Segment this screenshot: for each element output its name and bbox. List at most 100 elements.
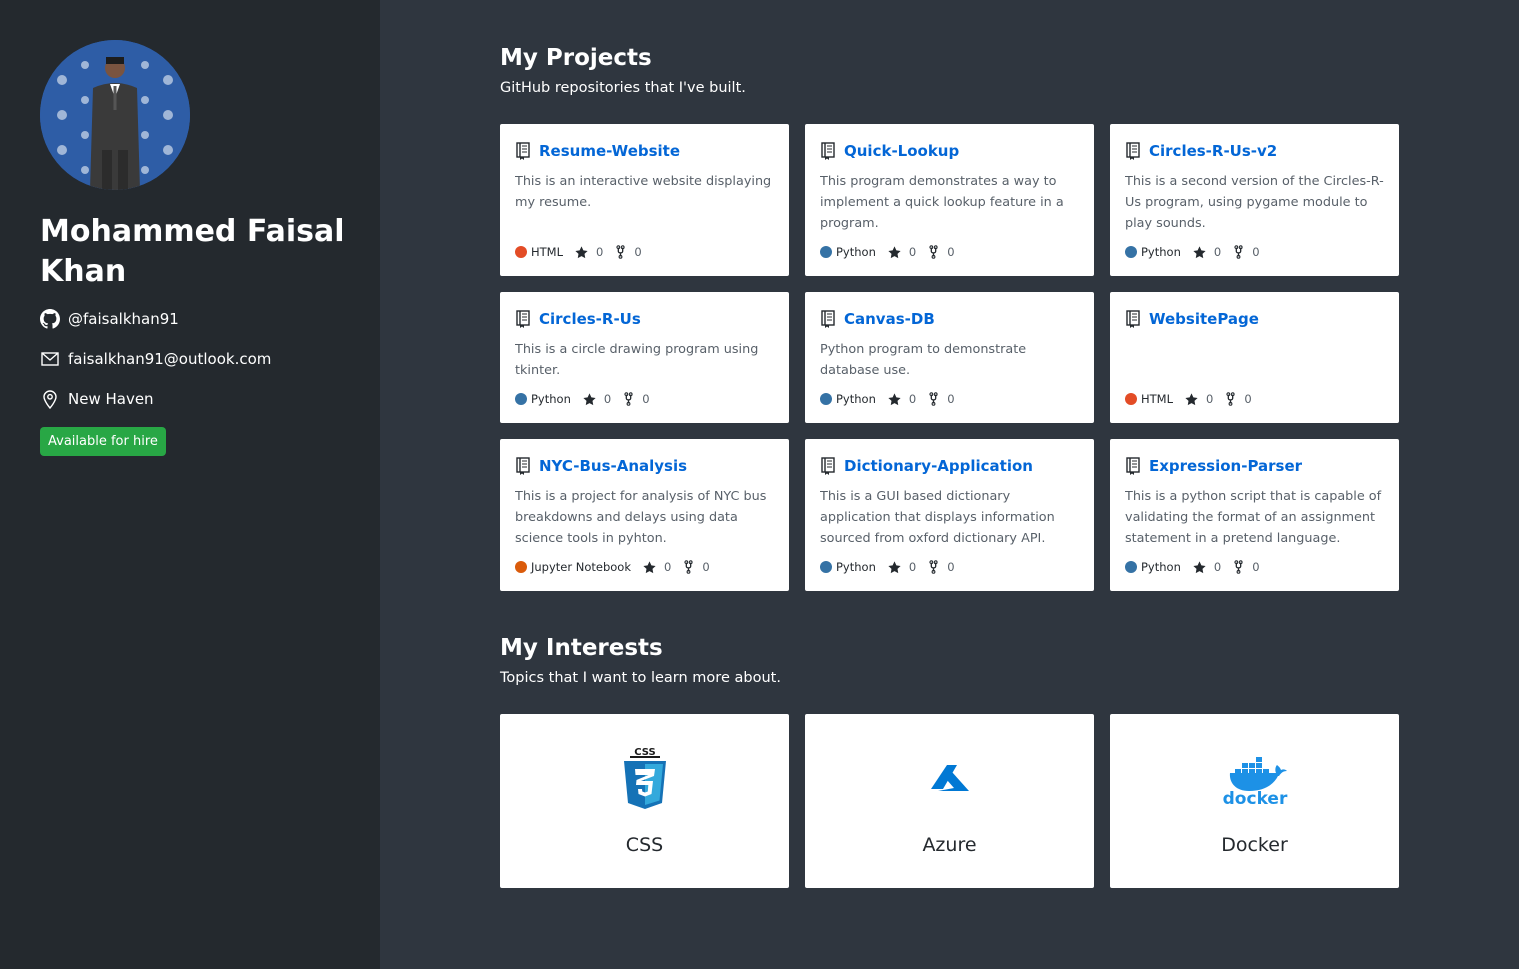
repo-stars[interactable]: 0 <box>888 560 916 574</box>
fork-count: 0 <box>947 560 955 574</box>
project-card-canvas-db[interactable]: Canvas-DB Python program to demonstrate d… <box>805 292 1094 423</box>
language-label: HTML <box>1141 392 1174 406</box>
star-count: 0 <box>1213 560 1222 574</box>
fork-count: 0 <box>1252 560 1260 574</box>
project-card-expression-parser[interactable]: Expression-Parser This is a python script… <box>1110 439 1399 591</box>
project-header: Quick-Lookup <box>820 140 1079 162</box>
repo-stars[interactable]: 0 <box>888 245 916 259</box>
repo-link[interactable]: Circles-R-Us <box>539 310 641 328</box>
project-card-quick-lookup[interactable]: Quick-Lookup This program demonstrates a … <box>805 124 1094 276</box>
star-icon <box>888 245 905 259</box>
repo-language: Python <box>1125 560 1181 574</box>
project-card-circles-r-us[interactable]: Circles-R-Us This is a circle drawing pro… <box>500 292 789 423</box>
repo-forks[interactable]: 0 <box>683 560 710 574</box>
repo-icon <box>1125 310 1141 328</box>
project-card-nyc-bus-analysis[interactable]: NYC-Bus-Analysis This is a project for an… <box>500 439 789 591</box>
repo-stars[interactable]: 0 <box>888 392 916 406</box>
star-count: 0 <box>603 392 612 406</box>
profile-avatar <box>40 40 190 190</box>
email-row[interactable]: faisalkhan91@outlook.com <box>40 349 271 369</box>
css3-icon: CSS <box>621 744 669 812</box>
github-handle: @faisalkhan91 <box>68 310 179 328</box>
fork-icon <box>615 245 630 259</box>
repo-forks[interactable]: 0 <box>1225 392 1252 406</box>
fork-icon <box>928 392 943 406</box>
projects-subtitle: GitHub repositories that I've built. <box>500 80 746 96</box>
repo-icon <box>515 457 531 475</box>
project-header: WebsitePage <box>1125 308 1384 330</box>
project-header: NYC-Bus-Analysis <box>515 455 774 477</box>
interest-card-azure[interactable]: Azure <box>805 714 1094 888</box>
repo-link[interactable]: Canvas-DB <box>844 310 935 328</box>
profile-name: Mohammed Faisal Khan <box>40 214 345 289</box>
repo-forks[interactable]: 0 <box>1233 245 1260 259</box>
repo-forks[interactable]: 0 <box>928 392 955 406</box>
star-icon <box>575 245 592 259</box>
repo-stars[interactable]: 0 <box>583 392 611 406</box>
repo-link[interactable]: Resume-Website <box>539 142 680 160</box>
repo-link[interactable]: Dictionary-Application <box>844 457 1033 475</box>
fork-icon <box>1233 245 1248 259</box>
repo-link[interactable]: Expression-Parser <box>1149 457 1302 475</box>
language-label: HTML <box>531 245 564 259</box>
interest-label-css: CSS <box>625 834 664 856</box>
repo-description: This is an interactive website displayin… <box>515 174 772 210</box>
repo-meta: Python 0 0 <box>1125 560 1272 574</box>
fork-count: 0 <box>1252 245 1260 259</box>
language-color-dot <box>820 393 832 405</box>
repo-meta: Python 0 0 <box>515 392 662 406</box>
project-header: Circles-R-Us <box>515 308 774 330</box>
project-header: Resume-Website <box>515 140 774 162</box>
fork-icon <box>1233 560 1248 574</box>
language-color-dot <box>820 246 832 258</box>
project-card-dictionary-application[interactable]: Dictionary-Application This is a GUI base… <box>805 439 1094 591</box>
language-color-dot <box>1125 246 1137 258</box>
language-color-dot <box>1125 393 1137 405</box>
language-color-dot <box>515 561 527 573</box>
interests-subtitle: Topics that I want to learn more about. <box>500 670 781 686</box>
github-handle-row[interactable]: @faisalkhan91 <box>40 309 179 329</box>
fork-count: 0 <box>1244 392 1252 406</box>
repo-forks[interactable]: 0 <box>615 245 642 259</box>
repo-forks[interactable]: 0 <box>1233 560 1260 574</box>
project-card-resume-website[interactable]: Resume-Website This is an interactive web… <box>500 124 789 276</box>
star-icon <box>643 560 660 574</box>
repo-stars[interactable]: 0 <box>1193 560 1221 574</box>
fork-icon <box>683 560 698 574</box>
star-count: 0 <box>664 560 672 574</box>
repo-link[interactable]: NYC-Bus-Analysis <box>539 457 687 475</box>
interest-label-docker: Docker <box>1221 834 1288 856</box>
repo-link[interactable]: Circles-R-Us-v2 <box>1149 142 1277 160</box>
interest-card-docker[interactable]: docker Docker <box>1110 714 1399 888</box>
repo-forks[interactable]: 0 <box>623 392 650 406</box>
repo-language: Python <box>515 392 571 406</box>
repo-forks[interactable]: 0 <box>928 560 955 574</box>
star-count: 0 <box>1213 245 1222 259</box>
repo-description: This is a GUI based dictionary applicati… <box>820 489 1055 546</box>
repo-stars[interactable]: 0 <box>1193 245 1221 259</box>
repo-link[interactable]: Quick-Lookup <box>844 142 959 160</box>
repo-language: HTML <box>1125 392 1173 406</box>
project-header: Dictionary-Application <box>820 455 1079 477</box>
interest-card-css[interactable]: CSS CSS <box>500 714 789 888</box>
star-count: 0 <box>908 560 917 574</box>
repo-stars[interactable]: 0 <box>643 560 671 574</box>
repo-icon <box>515 142 531 160</box>
repo-stars[interactable]: 0 <box>575 245 603 259</box>
available-for-hire-badge: Available for hire <box>40 427 166 456</box>
repo-meta: Python 0 0 <box>820 560 967 574</box>
repo-link[interactable]: WebsitePage <box>1149 310 1259 328</box>
star-count: 0 <box>908 245 917 259</box>
star-count: 0 <box>1206 392 1214 406</box>
repo-stars[interactable]: 0 <box>1185 392 1213 406</box>
project-card-circles-r-us-v2[interactable]: Circles-R-Us-v2 This is a second version … <box>1110 124 1399 276</box>
email-address: faisalkhan91@outlook.com <box>68 350 272 368</box>
language-label: Python <box>1141 560 1181 574</box>
repo-icon <box>820 142 836 160</box>
location-pin-icon <box>40 389 60 409</box>
repo-forks[interactable]: 0 <box>928 245 955 259</box>
repo-icon <box>820 310 836 328</box>
repo-icon <box>820 457 836 475</box>
project-card-websitepage[interactable]: WebsitePage HTML 0 0 <box>1110 292 1399 423</box>
repo-meta: Python 0 0 <box>820 245 967 259</box>
